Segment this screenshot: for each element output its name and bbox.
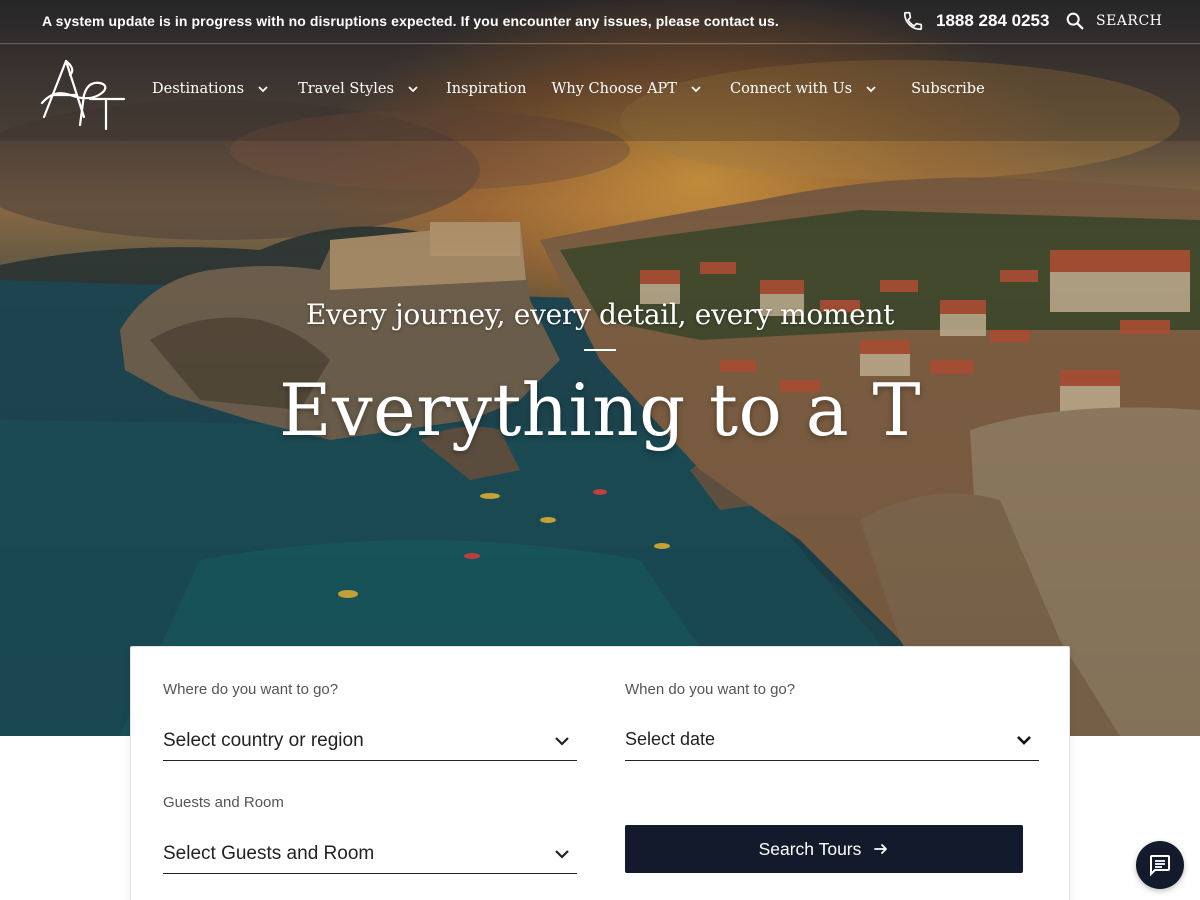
guests-select[interactable]: Select Guests and Room bbox=[163, 834, 577, 874]
apt-logo[interactable] bbox=[40, 55, 126, 133]
chevron-down-icon bbox=[408, 86, 418, 93]
date-value: Select date bbox=[625, 729, 716, 749]
header-search-label: SEARCH bbox=[1096, 13, 1163, 29]
destination-field: Where do you want to go? Select country … bbox=[163, 681, 577, 761]
nav-item-label: Travel Styles bbox=[298, 81, 394, 97]
nav-item-label: Inspiration bbox=[445, 81, 527, 97]
phone-link[interactable]: 1888 284 0253 bbox=[902, 10, 1049, 32]
chevron-down-icon bbox=[691, 86, 701, 93]
chevron-down-icon bbox=[866, 86, 876, 93]
nav-item-label: Why Choose APT bbox=[551, 81, 677, 97]
destination-select[interactable]: Select country or region bbox=[163, 721, 577, 761]
nav-destinations[interactable]: Destinations bbox=[152, 81, 270, 97]
chevron-down-icon bbox=[258, 86, 268, 93]
date-field: When do you want to go? Select date bbox=[625, 681, 1039, 761]
destination-label: Where do you want to go? bbox=[163, 681, 339, 698]
nav-subscribe[interactable]: Subscribe bbox=[911, 81, 985, 97]
tour-search-form: Where do you want to go? Select country … bbox=[130, 646, 1070, 900]
chevron-down-icon bbox=[1017, 735, 1031, 745]
chevron-down-icon bbox=[555, 849, 569, 859]
hero-headline: Everything to a T bbox=[278, 368, 922, 452]
phone-number: 1888 284 0253 bbox=[936, 11, 1050, 30]
arrow-right-icon bbox=[874, 844, 888, 854]
search-tours-button[interactable]: Search Tours bbox=[625, 825, 1023, 873]
nav-travel-styles[interactable]: Travel Styles bbox=[298, 81, 420, 97]
chat-icon bbox=[1150, 855, 1170, 877]
nav-why-choose-apt[interactable]: Why Choose APT bbox=[552, 81, 703, 97]
destination-value: Select country or region bbox=[163, 729, 364, 751]
main-navigation: Destinations Travel Styles Inspiration W… bbox=[0, 45, 1200, 141]
guests-value: Select Guests and Room bbox=[163, 842, 375, 864]
nav-inspiration[interactable]: Inspiration bbox=[446, 81, 527, 97]
hero-tagline: Every journey, every detail, every momen… bbox=[305, 298, 895, 331]
guests-label: Guests and Room bbox=[163, 794, 284, 811]
nav-connect-with-us[interactable]: Connect with Us bbox=[730, 81, 878, 97]
search-tours-label: Search Tours bbox=[758, 838, 862, 859]
date-label: When do you want to go? bbox=[625, 681, 796, 698]
search-icon bbox=[1066, 12, 1084, 30]
alert-bar: A system update is in progress with no d… bbox=[0, 0, 1200, 44]
date-select[interactable]: Select date bbox=[625, 719, 1039, 761]
header-search-button[interactable]: SEARCH bbox=[1064, 10, 1162, 32]
nav-item-label: Subscribe bbox=[911, 81, 985, 97]
nav-item-label: Connect with Us bbox=[729, 81, 853, 97]
nav-item-label: Destinations bbox=[152, 81, 245, 97]
alert-message: A system update is in progress with no d… bbox=[42, 13, 779, 29]
phone-icon bbox=[903, 11, 923, 31]
nav-menu: Destinations Travel Styles Inspiration W… bbox=[152, 81, 985, 97]
tagline-divider bbox=[584, 349, 616, 351]
chevron-down-icon bbox=[555, 736, 569, 746]
chat-button[interactable] bbox=[1136, 841, 1184, 889]
guests-field: Guests and Room Select Guests and Room bbox=[163, 794, 577, 874]
